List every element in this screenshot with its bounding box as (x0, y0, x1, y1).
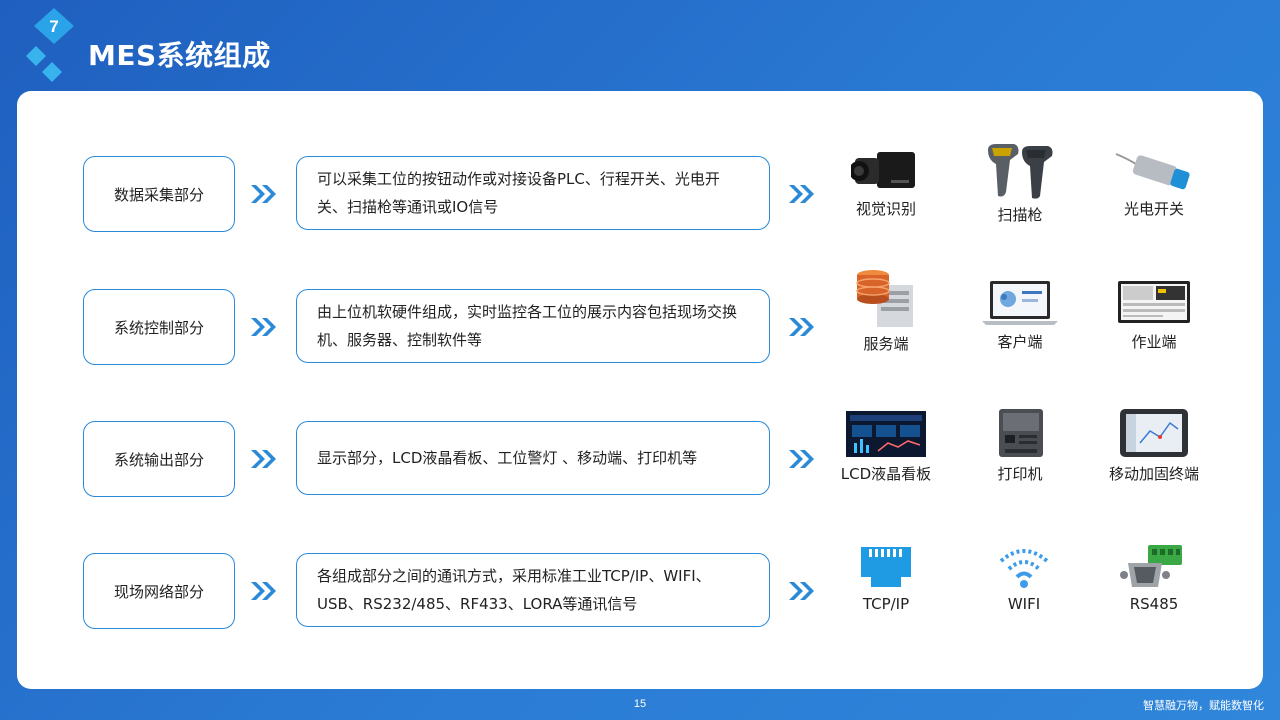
footer-tagline: 智慧融万物，赋能数智化 (1143, 699, 1264, 712)
double-chevron-right-icon (789, 582, 814, 600)
page-title: MES系统组成 (88, 39, 271, 72)
device-item: RS485 (1099, 541, 1209, 613)
barcode-scanner-icon (988, 144, 1053, 199)
device-item: WIFI (969, 541, 1079, 613)
row-field-network: 现场网络部分 各组成部分之间的通讯方式，采用标准工业TCP/IP、WIFI、US… (17, 545, 1263, 631)
content-card: 数据采集部分 可以采集工位的按钮动作或对接设备PLC、行程开关、光电开关、扫描枪… (17, 91, 1263, 689)
device-item: 光电开关 (1099, 144, 1209, 219)
device-item: 扫描枪 (965, 144, 1075, 225)
rugged-tablet-icon (1120, 409, 1188, 457)
section-number: 7 (49, 17, 58, 36)
device-item: 服务端 (831, 267, 941, 354)
row-system-control: 系统控制部分 由上位机软硬件组成，实时监控各工位的展示内容包括现场交换机、服务器… (17, 270, 1263, 367)
ethernet-port-icon (861, 547, 911, 587)
item-label: LCD液晶看板 (840, 465, 932, 483)
device-item: 视觉识别 (831, 144, 941, 219)
device-item: 作业端 (1099, 277, 1209, 352)
double-chevron-right-icon (251, 318, 276, 336)
item-label: 扫描枪 (997, 206, 1043, 224)
device-item: 移动加固终端 (1099, 407, 1209, 484)
row-label: 系统输出部分 (83, 421, 235, 497)
device-item: LCD液晶看板 (831, 409, 941, 484)
item-label: 打印机 (997, 465, 1043, 483)
row-label: 系统控制部分 (83, 289, 235, 365)
item-label: 作业端 (1131, 333, 1177, 351)
device-item: TCP/IP (831, 541, 941, 613)
monitor-icon (1118, 281, 1190, 323)
row-label: 现场网络部分 (83, 553, 235, 629)
row-description: 显示部分，LCD液晶看板、工位警灯 、移动端、打印机等 (296, 421, 770, 495)
industrial-camera-icon (851, 152, 915, 188)
double-chevron-right-icon (789, 450, 814, 468)
server-icon (856, 270, 913, 327)
row-system-output: 系统输出部分 显示部分，LCD液晶看板、工位警灯 、移动端、打印机等 LCD液晶… (17, 409, 1263, 499)
item-label: 客户端 (997, 333, 1043, 351)
photoelectric-sensor-icon (1115, 153, 1190, 190)
row-description: 由上位机软硬件组成，实时监控各工位的展示内容包括现场交换机、服务器、控制软件等 (296, 289, 770, 363)
label-printer-icon (999, 409, 1043, 457)
double-chevron-right-icon (251, 185, 276, 203)
wifi-icon (999, 549, 1049, 588)
double-chevron-right-icon (251, 582, 276, 600)
item-label: RS485 (1129, 595, 1179, 613)
double-chevron-right-icon (789, 318, 814, 336)
row-description: 各组成部分之间的通讯方式，采用标准工业TCP/IP、WIFI、USB、RS232… (296, 553, 770, 627)
serial-connector-icon (1120, 545, 1182, 587)
item-label: WIFI (1007, 595, 1041, 613)
lcd-board-icon (846, 411, 926, 457)
device-item: 打印机 (965, 407, 1075, 484)
laptop-icon (982, 281, 1058, 325)
item-label: 移动加固终端 (1108, 465, 1199, 483)
page-number: 15 (633, 698, 647, 710)
item-label: TCP/IP (862, 595, 910, 613)
device-item: 客户端 (965, 277, 1075, 352)
double-chevron-right-icon (789, 185, 814, 203)
row-label: 数据采集部分 (83, 156, 235, 232)
item-label: 服务端 (863, 335, 909, 353)
item-label: 光电开关 (1123, 200, 1184, 218)
double-chevron-right-icon (251, 450, 276, 468)
row-description: 可以采集工位的按钮动作或对接设备PLC、行程开关、光电开关、扫描枪等通讯或IO信… (296, 156, 770, 230)
section-logo-icon: 7 (26, 8, 74, 82)
row-data-collection: 数据采集部分 可以采集工位的按钮动作或对接设备PLC、行程开关、光电开关、扫描枪… (17, 144, 1263, 234)
item-label: 视觉识别 (855, 200, 916, 218)
